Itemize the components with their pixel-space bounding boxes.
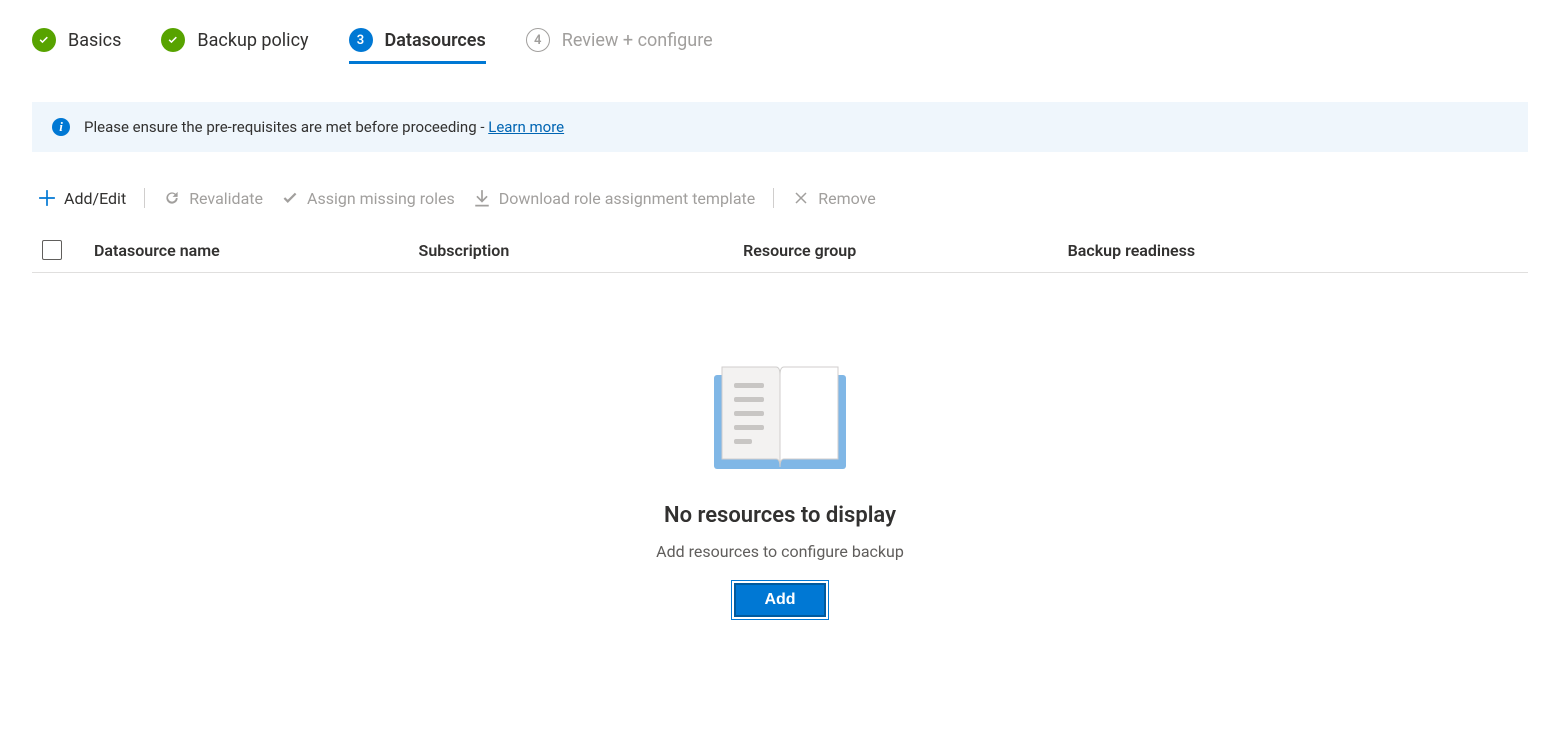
- step-backup-policy[interactable]: Backup policy: [161, 28, 308, 62]
- wizard-stepper: Basics Backup policy 3 Datasources 4 Rev…: [32, 28, 1528, 62]
- column-backup-readiness[interactable]: Backup readiness: [1068, 241, 1522, 260]
- datasource-toolbar: Add/Edit Revalidate Assign missing roles…: [32, 188, 1528, 208]
- select-all-cell: [38, 240, 94, 260]
- step-label: Basics: [68, 30, 121, 51]
- close-icon: [792, 189, 810, 207]
- step-number-icon: 4: [526, 28, 550, 52]
- info-text: Please ensure the pre-requisites are met…: [84, 118, 564, 136]
- toolbar-label: Assign missing roles: [307, 189, 455, 208]
- info-icon: i: [52, 118, 70, 136]
- add-button[interactable]: Add: [734, 583, 825, 617]
- column-resource-group[interactable]: Resource group: [743, 241, 1068, 260]
- toolbar-label: Add/Edit: [64, 189, 126, 208]
- assign-roles-button[interactable]: Assign missing roles: [281, 189, 455, 208]
- datasource-table-header: Datasource name Subscription Resource gr…: [32, 228, 1528, 273]
- select-all-checkbox[interactable]: [42, 240, 62, 260]
- step-datasources[interactable]: 3 Datasources: [349, 28, 486, 62]
- revalidate-button[interactable]: Revalidate: [163, 189, 263, 208]
- step-label: Review + configure: [562, 30, 713, 51]
- check-icon: [161, 28, 185, 52]
- toolbar-label: Revalidate: [189, 189, 263, 208]
- refresh-icon: [163, 189, 181, 207]
- toolbar-label: Remove: [818, 189, 876, 208]
- check-icon: [32, 28, 56, 52]
- column-subscription[interactable]: Subscription: [419, 241, 744, 260]
- download-icon: [473, 189, 491, 207]
- learn-more-link[interactable]: Learn more: [488, 118, 564, 136]
- empty-book-icon: [710, 353, 850, 473]
- toolbar-label: Download role assignment template: [499, 189, 755, 208]
- prerequisites-info-banner: i Please ensure the pre-requisites are m…: [32, 102, 1528, 152]
- column-datasource-name[interactable]: Datasource name: [94, 241, 419, 260]
- plus-icon: [38, 189, 56, 207]
- download-template-button[interactable]: Download role assignment template: [473, 189, 755, 208]
- step-review-configure[interactable]: 4 Review + configure: [526, 28, 713, 62]
- configure-backup-page: Basics Backup policy 3 Datasources 4 Rev…: [0, 0, 1560, 645]
- step-label: Backup policy: [197, 30, 308, 51]
- step-number-icon: 3: [349, 28, 373, 52]
- add-edit-button[interactable]: Add/Edit: [38, 189, 126, 208]
- step-label: Datasources: [385, 30, 486, 51]
- remove-button[interactable]: Remove: [792, 189, 876, 208]
- toolbar-separator: [144, 188, 145, 208]
- step-basics[interactable]: Basics: [32, 28, 121, 62]
- checkmark-icon: [281, 189, 299, 207]
- empty-title: No resources to display: [664, 503, 896, 528]
- info-message: Please ensure the pre-requisites are met…: [84, 118, 488, 136]
- empty-description: Add resources to configure backup: [656, 542, 904, 561]
- empty-state: No resources to display Add resources to…: [32, 353, 1528, 617]
- toolbar-separator: [773, 188, 774, 208]
